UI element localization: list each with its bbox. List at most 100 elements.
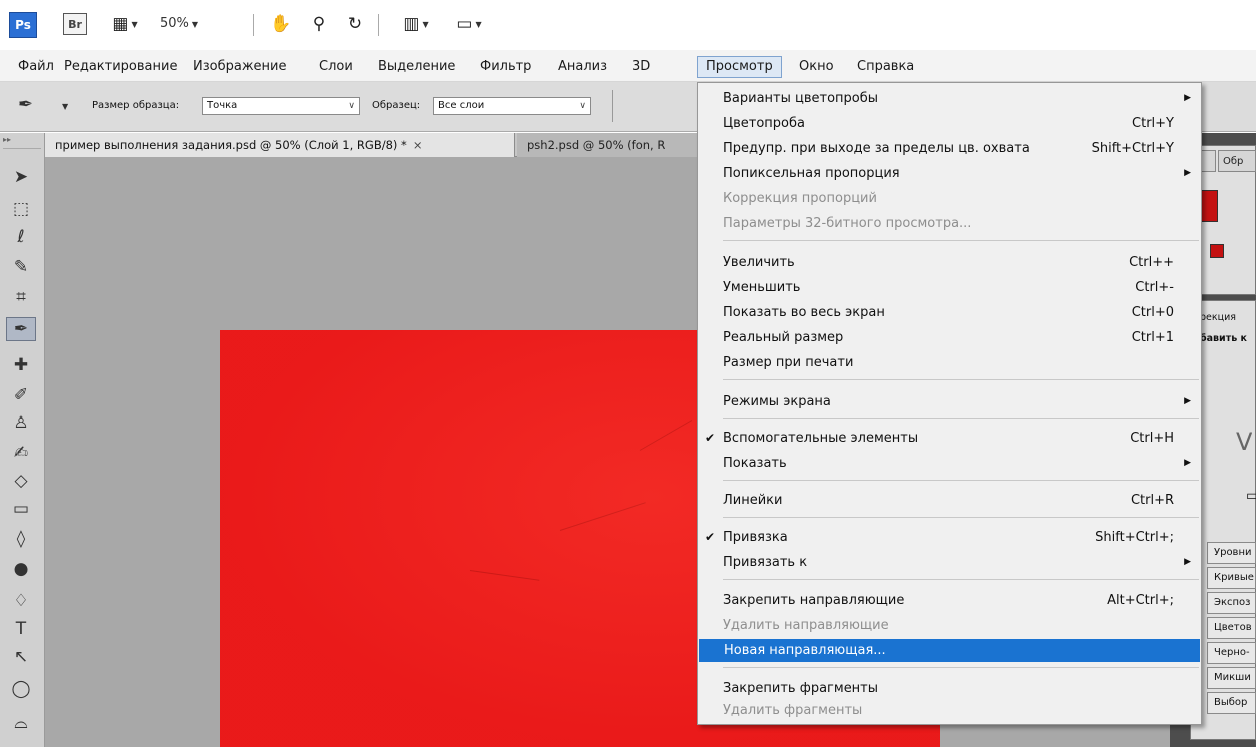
move-tool-icon[interactable]: ➤	[6, 165, 36, 189]
menu-item-proof-colors[interactable]: Цветопроба Ctrl+Y	[698, 112, 1201, 135]
adjustment-levels[interactable]: Уровни	[1207, 542, 1256, 564]
add-adjustment-label: бавить к	[1200, 333, 1247, 344]
zoom-icon[interactable]: ⚲	[306, 12, 332, 36]
menu-item-show[interactable]: Показать ▶	[698, 452, 1201, 475]
menu-item-screen-mode[interactable]: Режимы экрана ▶	[698, 390, 1201, 413]
panel-option-icon[interactable]: ▭	[1246, 488, 1256, 504]
menu-item-snap-to[interactable]: Привязать к ▶	[698, 551, 1201, 574]
menu-item-label: Попиксельная пропорция	[723, 166, 900, 181]
menu-item-shortcut: Ctrl+1	[1131, 330, 1174, 345]
menu-bar: Файл Редактирование Изображение Слои Выд…	[0, 50, 1256, 82]
menu-item-print-size[interactable]: Размер при печати	[698, 351, 1201, 374]
menu-select[interactable]: Выделение	[374, 56, 459, 78]
menu-item-label: Показать	[723, 456, 787, 471]
history-brush-tool-icon[interactable]: ✍	[6, 441, 36, 465]
adjustment-selective-color[interactable]: Выбор	[1207, 692, 1256, 714]
view-menu-dropdown: Варианты цветопробы ▶ Цветопроба Ctrl+Y Пр…	[697, 82, 1202, 725]
menu-item-shortcut: Shift+Ctrl+;	[1095, 530, 1174, 545]
close-icon[interactable]: ×	[413, 138, 423, 152]
menu-item-shortcut: Ctrl+-	[1135, 280, 1174, 295]
3d-tool-icon[interactable]: ⌓	[6, 711, 36, 735]
type-tool-icon[interactable]: T	[6, 617, 36, 641]
menu-image[interactable]: Изображение	[189, 56, 290, 78]
lasso-tool-icon[interactable]: ℓ	[6, 225, 36, 249]
sample-size-value: Точка	[207, 100, 238, 111]
menu-item-shortcut: Ctrl+R	[1130, 493, 1174, 508]
adjustment-channel-mixer[interactable]: Микши	[1207, 667, 1256, 689]
zoom-level-dropdown[interactable]: 50% ▼	[160, 16, 198, 31]
gradient-tool-icon[interactable]: ▭	[6, 497, 36, 521]
menu-help[interactable]: Справка	[853, 56, 918, 78]
menu-item-proof-setup[interactable]: Варианты цветопробы ▶	[698, 87, 1201, 110]
view-extras-icon[interactable]: ▦ ▼	[100, 12, 150, 36]
eyedropper-tool-icon[interactable]: ✒	[6, 317, 36, 341]
menu-filter[interactable]: Фильтр	[476, 56, 535, 78]
menu-item-label: Новая направляющая...	[724, 643, 886, 658]
menu-file[interactable]: Файл	[14, 56, 58, 78]
menu-item-shortcut: Shift+Ctrl+Y	[1091, 141, 1174, 156]
tab-label: пример выполнения задания.psd @ 50% (Сло…	[55, 138, 407, 152]
menu-edit[interactable]: Редактирование	[60, 56, 181, 78]
adjustment-curves[interactable]: Кривые	[1207, 567, 1256, 589]
shape-tool-icon[interactable]: ◯	[6, 677, 36, 701]
menu-item-shortcut: Ctrl++	[1129, 255, 1174, 270]
arrange-documents-icon[interactable]: ▥ ▼	[393, 12, 439, 36]
adjustment-color-balance[interactable]: Цветов	[1207, 617, 1256, 639]
tab-document-2[interactable]: psh2.psd @ 50% (fon, R	[517, 133, 697, 157]
menu-item-zoom-in[interactable]: Увеличить Ctrl++	[698, 251, 1201, 274]
menu-item-extras[interactable]: ✔ Вспомогательные элементы Ctrl+H	[698, 427, 1201, 450]
menu-item-label: Предупр. при выходе за пределы цв. охват…	[723, 141, 1030, 156]
menu-item-label: Режимы экрана	[723, 394, 831, 409]
menu-item-new-guide[interactable]: Новая направляющая...	[699, 639, 1200, 662]
menu-item-label: Увеличить	[723, 255, 795, 270]
marquee-tool-icon[interactable]: ⬚	[6, 197, 36, 221]
sample-layers-select[interactable]: Все слои ∨	[433, 97, 591, 115]
menu-window[interactable]: Окно	[795, 56, 838, 78]
pen-tool-icon[interactable]: ♢	[6, 589, 36, 613]
panel-grip-icon[interactable]: ▸▸	[3, 135, 41, 149]
menu-layers[interactable]: Слои	[315, 56, 357, 78]
menu-item-label: Привязать к	[723, 555, 808, 570]
levels-preset-icon[interactable]: V	[1236, 428, 1252, 456]
clone-stamp-tool-icon[interactable]: ♙	[6, 411, 36, 435]
screen-mode-icon[interactable]: ▭ ▼	[446, 12, 492, 36]
tool-preset-caret-icon[interactable]: ▼	[62, 102, 68, 111]
tab-document-1[interactable]: пример выполнения задания.psd @ 50% (Сло…	[45, 133, 515, 157]
background-color-swatch[interactable]	[1210, 244, 1224, 258]
menu-item-label: Показать во весь экран	[723, 305, 885, 320]
eyedropper-icon[interactable]: ✒	[18, 94, 33, 115]
adjustments-tab-label[interactable]: рекция	[1200, 312, 1256, 323]
menu-analysis[interactable]: Анализ	[554, 56, 611, 78]
adjustment-exposure[interactable]: Экспоз	[1207, 592, 1256, 614]
submenu-arrow-icon: ▶	[1184, 93, 1191, 103]
menu-3d[interactable]: 3D	[628, 56, 654, 78]
menu-item-gamut-warning[interactable]: Предупр. при выходе за пределы цв. охват…	[698, 137, 1201, 160]
menu-item-actual-pixels[interactable]: Реальный размер Ctrl+1	[698, 326, 1201, 349]
sample-size-select[interactable]: Точка ∨	[202, 97, 360, 115]
healing-brush-tool-icon[interactable]: ✚	[6, 353, 36, 377]
eraser-tool-icon[interactable]: ◇	[6, 469, 36, 493]
crop-tool-icon[interactable]: ⌗	[6, 285, 36, 309]
menu-item-label: Размер при печати	[723, 355, 854, 370]
adjustment-black-white[interactable]: Черно-	[1207, 642, 1256, 664]
brush-tool-icon[interactable]: ✐	[6, 383, 36, 407]
chevron-down-icon: ∨	[348, 101, 355, 111]
blur-tool-icon[interactable]: ◊	[6, 527, 36, 551]
menu-item-label: Удалить направляющие	[723, 618, 889, 633]
menu-item-rulers[interactable]: Линейки Ctrl+R	[698, 489, 1201, 512]
menu-item-snap[interactable]: ✔ Привязка Shift+Ctrl+;	[698, 526, 1201, 549]
menu-item-pixel-aspect-ratio[interactable]: Попиксельная пропорция ▶	[698, 162, 1201, 185]
path-select-tool-icon[interactable]: ↖	[6, 645, 36, 669]
tab-swatches[interactable]: Обр	[1218, 150, 1256, 172]
dodge-tool-icon[interactable]: ●	[6, 557, 36, 581]
menu-item-zoom-out[interactable]: Уменьшить Ctrl+-	[698, 276, 1201, 299]
menu-item-fit-on-screen[interactable]: Показать во весь экран Ctrl+0	[698, 301, 1201, 324]
rotate-view-icon[interactable]: ↻	[342, 12, 368, 36]
menu-item-lock-guides[interactable]: Закрепить направляющие Alt+Ctrl+;	[698, 589, 1201, 612]
quick-select-tool-icon[interactable]: ✎	[6, 255, 36, 279]
hand-icon[interactable]: ✋	[268, 12, 294, 36]
bridge-button[interactable]: Br	[63, 13, 87, 35]
menu-view[interactable]: Просмотр	[697, 56, 782, 78]
photoshop-logo: Ps	[9, 12, 37, 38]
menu-item-lock-slices[interactable]: Закрепить фрагменты	[698, 677, 1201, 700]
